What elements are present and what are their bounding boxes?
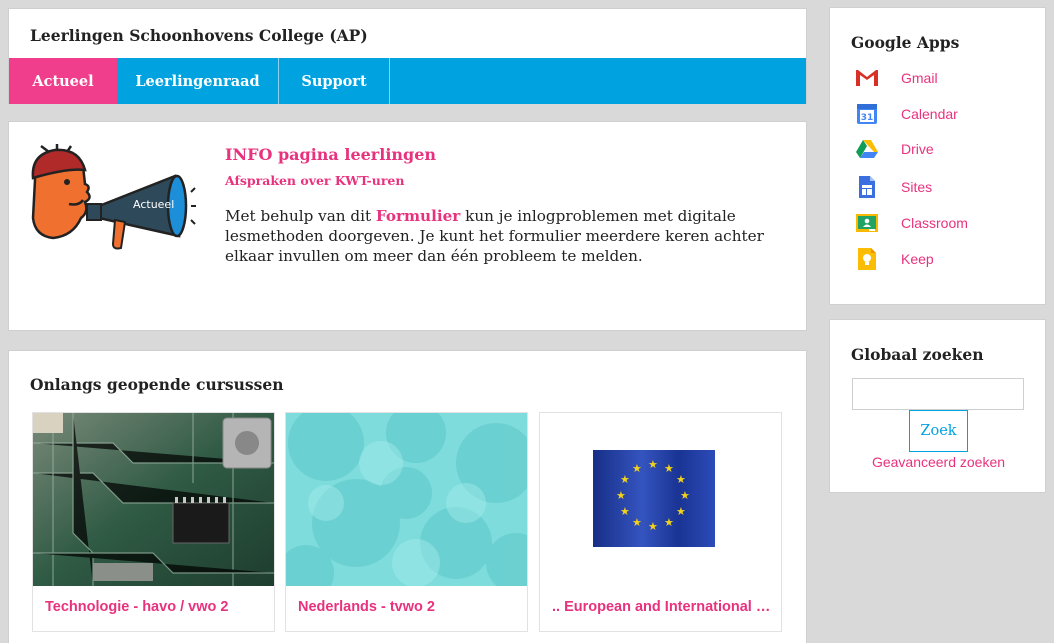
- course-name[interactable]: .. European and International Orientatio…: [552, 599, 772, 615]
- svg-text:★: ★: [616, 489, 626, 502]
- app-label: Classroom: [901, 215, 968, 231]
- global-search-title: Globaal zoeken: [851, 345, 984, 364]
- classroom-icon: [856, 214, 878, 232]
- drive-icon: [856, 140, 878, 158]
- app-link-gmail[interactable]: Gmail: [855, 64, 938, 92]
- tab-support[interactable]: Support: [279, 58, 390, 104]
- formulier-link[interactable]: Formulier: [376, 207, 460, 225]
- app-link-sites[interactable]: Sites: [855, 173, 932, 201]
- megaphone-mascot-image: Actueel: [31, 144, 196, 250]
- info-body-text: Met behulp van dit: [225, 207, 376, 225]
- svg-text:★: ★: [664, 462, 674, 475]
- keep-icon: [858, 248, 876, 270]
- app-label: Sites: [901, 179, 933, 195]
- main-nav: Actueel Leerlingenraad Support: [9, 58, 806, 104]
- courses-title: Onlangs geopende cursussen: [30, 375, 284, 394]
- app-label: Gmail: [901, 70, 938, 86]
- app-label: Calendar: [901, 106, 958, 122]
- tab-actueel[interactable]: Actueel: [9, 58, 117, 104]
- tab-leerlingenraad[interactable]: Leerlingenraad: [117, 58, 279, 104]
- app-link-drive[interactable]: Drive: [855, 135, 934, 163]
- mascot-label: Actueel: [133, 198, 174, 211]
- advanced-search-link[interactable]: Geavanceerd zoeken: [830, 454, 1047, 470]
- app-link-calendar[interactable]: 31 Calendar: [855, 100, 958, 128]
- svg-text:★: ★: [648, 520, 658, 533]
- course-image-teal-circles-pattern: [286, 413, 527, 586]
- svg-text:★: ★: [620, 505, 630, 518]
- global-search-card: Globaal zoeken Zoek Geavanceerd zoeken: [829, 319, 1046, 493]
- info-title: INFO pagina leerlingen: [225, 145, 437, 164]
- svg-text:★: ★: [676, 473, 686, 486]
- calendar-icon-text: 31: [861, 113, 874, 123]
- course-card-european[interactable]: ★ ★ ★ ★ ★ ★ ★ ★ ★ ★ ★ ★ .. European and Internati…: [539, 412, 782, 632]
- app-label: Drive: [901, 141, 934, 157]
- sites-icon: [859, 176, 875, 198]
- svg-text:★: ★: [680, 489, 690, 502]
- svg-text:★: ★: [664, 516, 674, 529]
- app-label: Keep: [901, 251, 934, 267]
- info-subtitle: Afspraken over KWT-uren: [225, 173, 405, 188]
- calendar-icon: 31: [857, 104, 877, 124]
- svg-text:★: ★: [632, 462, 642, 475]
- header-card: Leerlingen Schoonhovens College (AP) Act…: [8, 8, 807, 104]
- app-link-classroom[interactable]: Classroom: [855, 209, 968, 237]
- course-image-circuit-board: [33, 413, 274, 586]
- course-name[interactable]: Nederlands - tvwo 2: [298, 599, 518, 615]
- google-apps-title: Google Apps: [851, 33, 960, 52]
- info-body: Met behulp van dit Formulier kun je inlo…: [225, 206, 795, 266]
- courses-card: Onlangs geopende cursussen Technologie -…: [8, 350, 807, 643]
- course-card-nederlands[interactable]: Nederlands - tvwo 2: [285, 412, 528, 632]
- gmail-icon: [856, 70, 878, 86]
- site-title: Leerlingen Schoonhovens College (AP): [30, 26, 368, 45]
- search-input[interactable]: [852, 378, 1024, 410]
- svg-text:★: ★: [620, 473, 630, 486]
- search-button[interactable]: Zoek: [909, 410, 968, 452]
- svg-text:★: ★: [648, 458, 658, 471]
- course-name[interactable]: Technologie - havo / vwo 2: [45, 599, 265, 615]
- course-card-technologie[interactable]: Technologie - havo / vwo 2: [32, 412, 275, 632]
- google-apps-card: Google Apps Gmail 31 Calendar Drive Site…: [829, 7, 1046, 305]
- app-link-keep[interactable]: Keep: [855, 245, 934, 273]
- svg-text:★: ★: [676, 505, 686, 518]
- info-card: Actueel INFO pagina leerlingen Afspraken…: [8, 121, 807, 331]
- course-image-eu-flag: ★ ★ ★ ★ ★ ★ ★ ★ ★ ★ ★ ★: [540, 413, 781, 586]
- svg-text:★: ★: [632, 516, 642, 529]
